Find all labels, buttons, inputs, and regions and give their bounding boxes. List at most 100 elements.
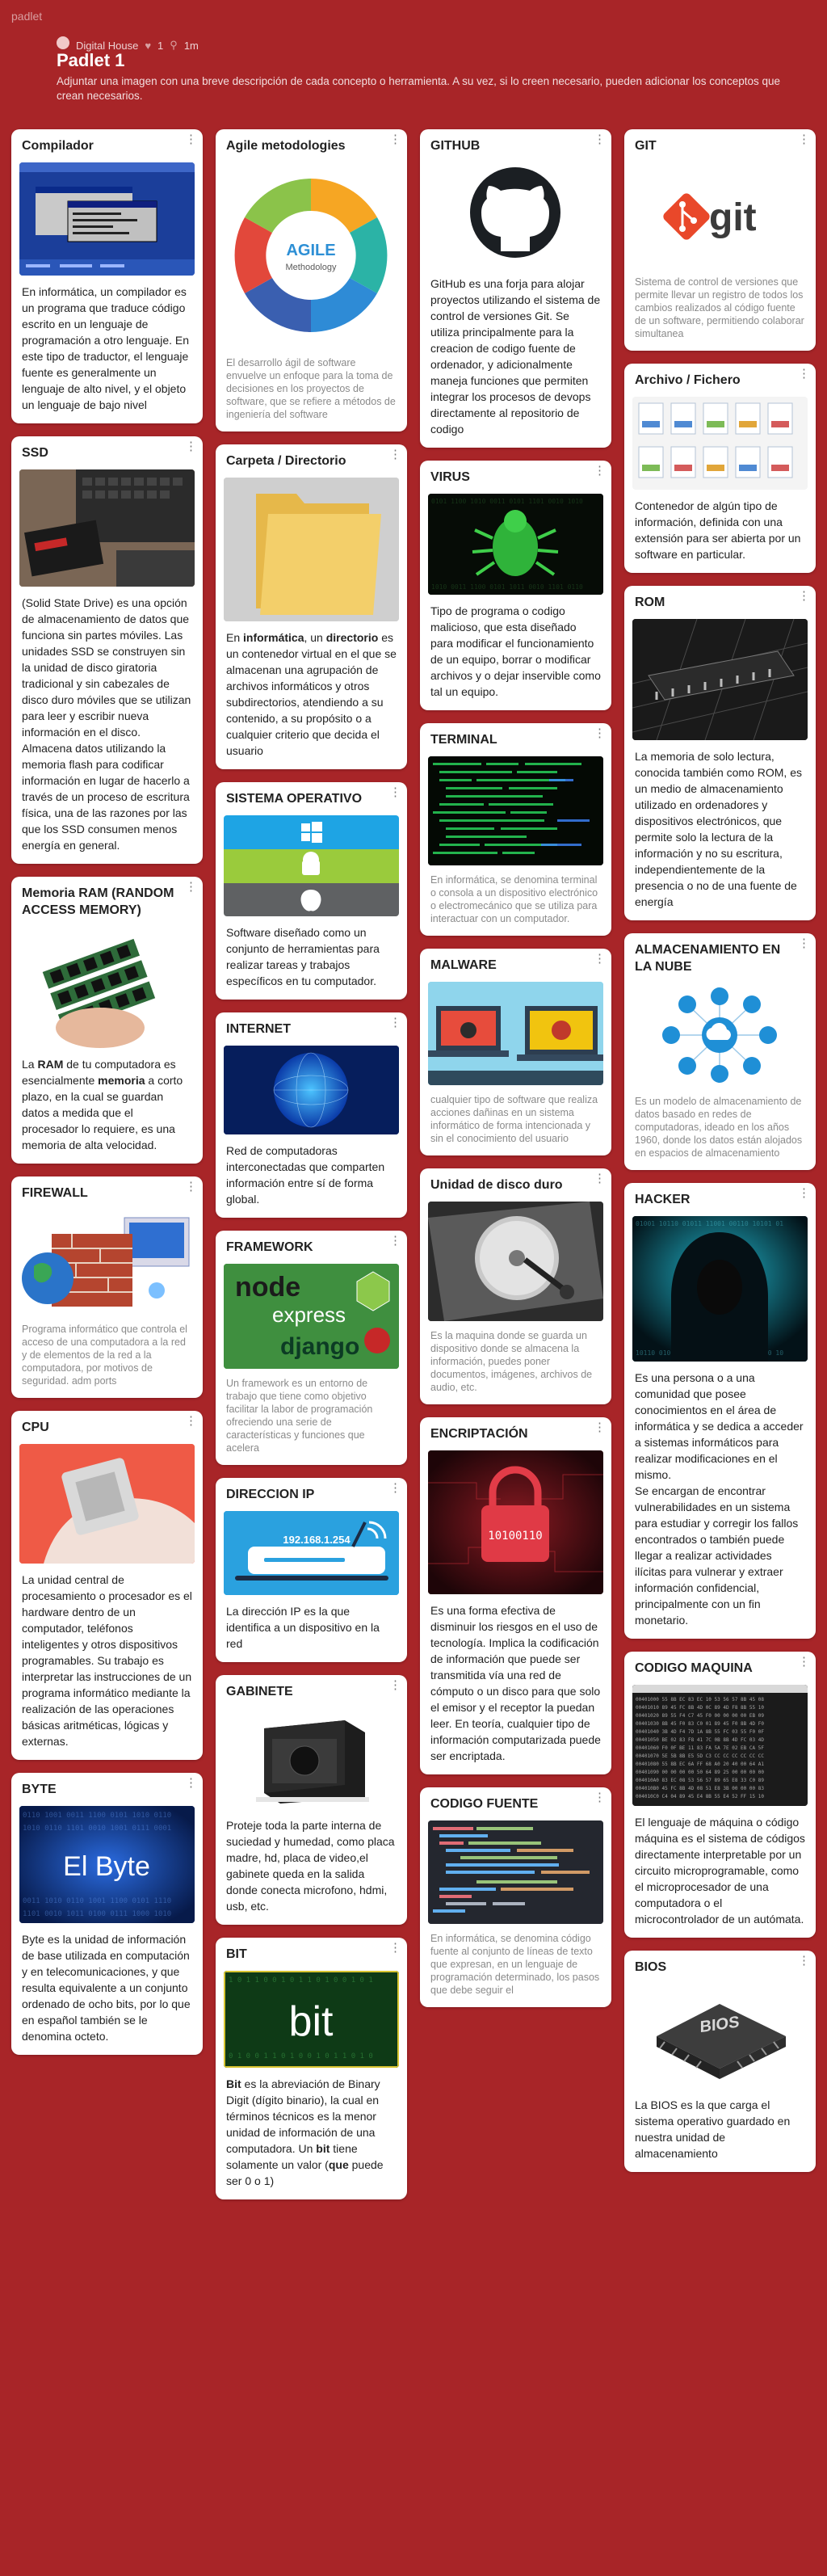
cloud-storage-image[interactable] <box>632 983 808 1087</box>
post-card-virus[interactable]: VIRUS ⋮ 0101 1100 1010 0011 0101 1101 00… <box>420 461 611 710</box>
ram-modules-image[interactable] <box>19 927 195 1048</box>
compiler-screenshot-image[interactable] <box>19 162 195 276</box>
post-card-agile[interactable]: Agile metodologies ⋮ AGILE Methodology E… <box>216 129 407 431</box>
more-options-icon[interactable]: ⋮ <box>185 1777 197 1794</box>
post-title: Agile metodologies <box>226 139 346 153</box>
more-options-icon[interactable]: ⋮ <box>185 440 197 457</box>
post-card-compilador[interactable]: Compilador ⋮ En informática, un compilad… <box>11 129 203 423</box>
more-options-icon[interactable]: ⋮ <box>389 1679 401 1696</box>
post-card-carpeta[interactable]: Carpeta / Directorio ⋮ En informática, u… <box>216 444 407 769</box>
more-options-icon[interactable]: ⋮ <box>389 1235 401 1252</box>
post-card-archivo[interactable]: Archivo / Fichero ⋮ Contenedor de algún … <box>624 364 816 573</box>
post-card-ssd[interactable]: SSD ⋮ (Solid State Drive) es una opción … <box>11 436 203 864</box>
post-title: INTERNET <box>226 1022 291 1036</box>
source-code-image[interactable] <box>428 1820 603 1924</box>
machine-code-image[interactable]: 00401000 55 8B EC 83 EC 10 53 56 57 8B 4… <box>632 1685 808 1806</box>
heart-icon[interactable]: ♥ <box>145 40 151 52</box>
more-options-icon[interactable]: ⋮ <box>798 937 810 954</box>
malware-illustration-image[interactable] <box>428 982 603 1085</box>
more-options-icon[interactable]: ⋮ <box>594 1791 606 1808</box>
cpu-chip-image[interactable] <box>19 1444 195 1564</box>
hard-drive-image[interactable] <box>428 1202 603 1321</box>
post-card-byte[interactable]: BYTE ⋮ 0110 1001 0011 1100 0101 1010 011… <box>11 1773 203 2055</box>
git-logo-text: git <box>709 196 757 239</box>
rom-chip-image[interactable] <box>632 619 808 740</box>
more-options-icon[interactable]: ⋮ <box>389 133 401 150</box>
hacker-hood-image[interactable]: 01001 10110 01011 11001 00110 10101 01 1… <box>632 1216 808 1362</box>
more-options-icon[interactable]: ⋮ <box>185 133 197 150</box>
ssd-photo-image[interactable] <box>19 469 195 587</box>
svg-text:00401090 00 00 00 00 50 64 89: 00401090 00 00 00 00 50 64 89 25 00 00 0… <box>636 1770 764 1775</box>
post-card-gabinete[interactable]: GABINETE ⋮ Proteje toda la parte interna… <box>216 1675 407 1925</box>
more-options-icon[interactable]: ⋮ <box>389 448 401 465</box>
more-options-icon[interactable]: ⋮ <box>185 881 197 898</box>
post-card-bit[interactable]: BIT ⋮ 1 0 1 1 0 0 1 0 1 1 0 1 0 0 1 0 1 … <box>216 1938 407 2199</box>
more-options-icon[interactable]: ⋮ <box>594 1421 606 1438</box>
more-options-icon[interactable]: ⋮ <box>798 1187 810 1204</box>
more-options-icon[interactable]: ⋮ <box>594 953 606 970</box>
post-card-framework[interactable]: FRAMEWORK ⋮ node express django Un frame… <box>216 1231 407 1465</box>
more-options-icon[interactable]: ⋮ <box>185 1181 197 1198</box>
os-logos-image[interactable] <box>224 815 399 916</box>
post-card-bios[interactable]: BIOS ⋮ BIOS La BIOS es la que carga el s… <box>624 1951 816 2172</box>
more-options-icon[interactable]: ⋮ <box>798 1656 810 1673</box>
more-options-icon[interactable]: ⋮ <box>389 786 401 803</box>
agile-cycle-image[interactable]: AGILE Methodology <box>224 162 399 348</box>
folder-image[interactable] <box>224 478 399 621</box>
bit-banner-image[interactable]: 1 0 1 1 0 0 1 0 1 1 0 1 0 0 1 0 1 0 1 0 … <box>224 1971 399 2068</box>
more-options-icon[interactable]: ⋮ <box>389 1482 401 1499</box>
terminal-code-image[interactable] <box>428 756 603 865</box>
post-card-codigo-fuente[interactable]: CODIGO FUENTE ⋮ En informática, se denom… <box>420 1787 611 2007</box>
more-options-icon[interactable]: ⋮ <box>798 590 810 607</box>
post-card-encriptacion[interactable]: ENCRIPTACIÓN ⋮ 10100110 Es una forma efe… <box>420 1417 611 1774</box>
post-card-cpu[interactable]: CPU ⋮ La unidad central de procesamiento… <box>11 1411 203 1760</box>
post-body: Bit es la abreviación de Binary Digit (d… <box>226 2077 384 2187</box>
post-body: Sistema de control de versiones que perm… <box>635 276 804 339</box>
more-options-icon[interactable]: ⋮ <box>389 1942 401 1959</box>
internet-globe-image[interactable] <box>224 1046 399 1134</box>
more-options-icon[interactable]: ⋮ <box>594 1172 606 1189</box>
byte-banner-image[interactable]: 0110 1001 0011 1100 0101 1010 0110 1010 … <box>19 1806 195 1923</box>
post-title: CODIGO FUENTE <box>430 1797 539 1811</box>
app-logo[interactable]: padlet <box>0 0 827 32</box>
agile-image-subtext: Methodology <box>286 263 337 272</box>
post-card-codigo-maquina[interactable]: CODIGO MAQUINA ⋮ 00401000 55 8B EC 83 EC… <box>624 1652 816 1938</box>
firewall-illustration-image[interactable] <box>19 1210 195 1315</box>
post-card-github[interactable]: GITHUB ⋮ GitHub es una forja para alojar… <box>420 129 611 448</box>
bios-chip-image[interactable]: BIOS <box>632 1984 808 2089</box>
more-options-icon[interactable]: ⋮ <box>798 133 810 150</box>
post-card-terminal[interactable]: TERMINAL ⋮ En informática, se denomina t… <box>420 723 611 936</box>
more-options-icon[interactable]: ⋮ <box>594 133 606 150</box>
github-logo-image[interactable] <box>428 162 603 267</box>
post-body: Contenedor de algún tipo de información,… <box>635 499 801 561</box>
post-title: GABINETE <box>226 1685 293 1698</box>
encryption-lock-image[interactable]: 10100110 <box>428 1450 603 1594</box>
post-card-disco-duro[interactable]: Unidad de disco duro ⋮ Es la maquina don… <box>420 1168 611 1404</box>
more-options-icon[interactable]: ⋮ <box>798 1955 810 1972</box>
more-options-icon[interactable]: ⋮ <box>594 465 606 482</box>
more-options-icon[interactable]: ⋮ <box>389 1017 401 1033</box>
post-card-direccion-ip[interactable]: DIRECCION IP ⋮ 192.168.1.254 La direcció… <box>216 1478 407 1662</box>
framework-logos-image[interactable]: node express django <box>224 1264 399 1369</box>
post-card-hacker[interactable]: HACKER ⋮ 01001 10110 01011 11001 00110 1… <box>624 1183 816 1639</box>
more-options-icon[interactable]: ⋮ <box>185 1415 197 1432</box>
router-ip-image[interactable]: 192.168.1.254 <box>224 1511 399 1595</box>
more-options-icon[interactable]: ⋮ <box>798 368 810 385</box>
avatar[interactable] <box>57 36 69 49</box>
virus-bug-image[interactable]: 0101 1100 1010 0011 0101 1101 0010 1010 … <box>428 494 603 595</box>
post-card-internet[interactable]: INTERNET ⋮ Red de computadoras intercone… <box>216 1012 407 1218</box>
post-card-rom[interactable]: ROM ⋮ La memoria de solo lectura, conoci… <box>624 586 816 920</box>
post-card-sistema-operativo[interactable]: SISTEMA OPERATIVO ⋮ Software diseñado co… <box>216 782 407 1000</box>
post-card-git[interactable]: GIT ⋮ git Sistema de control de versione… <box>624 129 816 351</box>
post-title: FIREWALL <box>22 1186 88 1200</box>
post-card-malware[interactable]: MALWARE ⋮ cualquier tipo de software que… <box>420 949 611 1155</box>
post-title: Archivo / Fichero <box>635 373 741 387</box>
more-options-icon[interactable]: ⋮ <box>594 727 606 744</box>
file-icons-image[interactable] <box>632 397 808 490</box>
post-card-nube[interactable]: ALMACENAMIENTO EN LA NUBE ⋮ Es un modelo… <box>624 933 816 1170</box>
bit-image-text: bit <box>289 1998 334 2045</box>
pc-case-image[interactable] <box>224 1708 399 1809</box>
post-card-firewall[interactable]: FIREWALL ⋮ Programa informático que cont… <box>11 1176 203 1398</box>
post-card-ram[interactable]: Memoria RAM (RANDOM ACCESS MEMORY) ⋮ La … <box>11 877 203 1164</box>
git-logo-image[interactable]: git <box>632 162 808 267</box>
